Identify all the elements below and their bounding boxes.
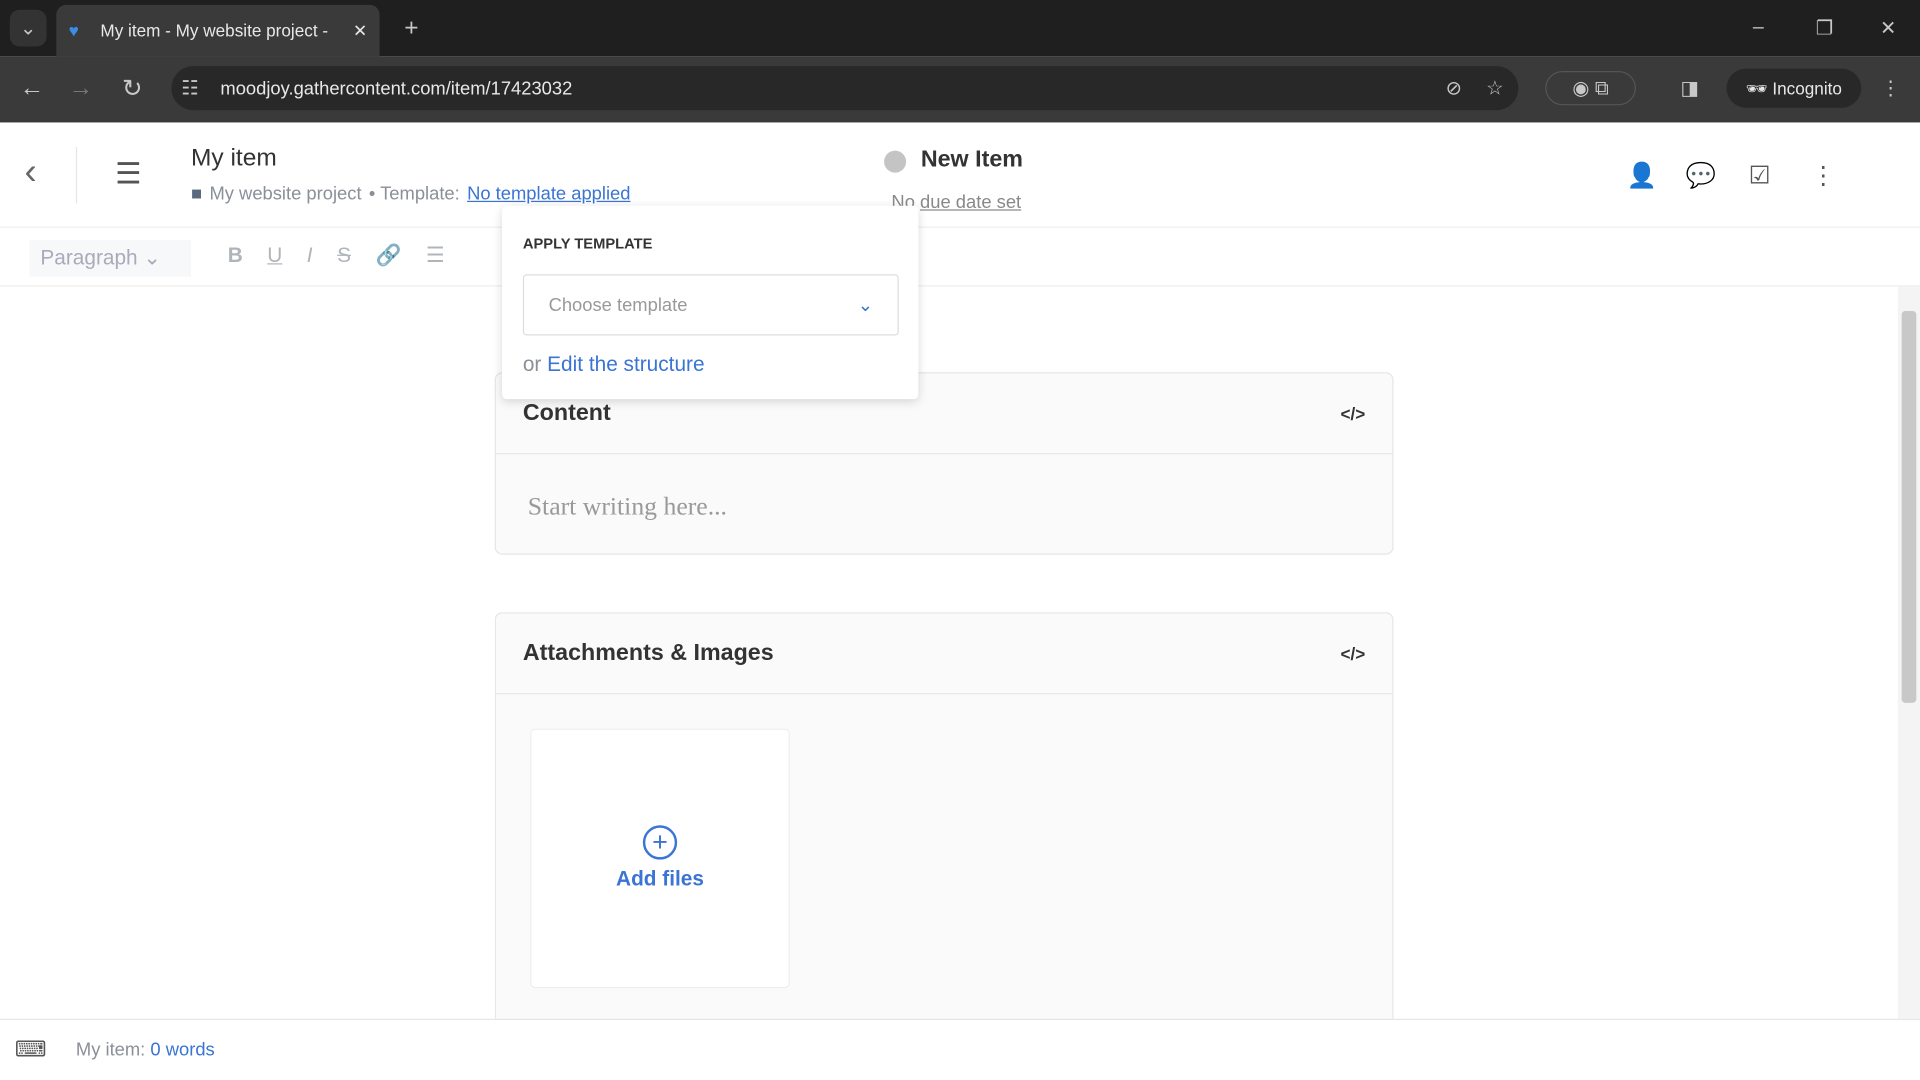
incognito-label: Incognito [1772, 78, 1842, 98]
code-icon[interactable]: </> [1341, 643, 1366, 663]
status-dot [884, 150, 907, 173]
address-bar[interactable]: ☷ moodjoy.gathercontent.com/item/1742303… [171, 66, 1519, 111]
forward-icon[interactable]: → [64, 71, 98, 105]
site-settings-icon[interactable]: ☷ [181, 76, 199, 100]
select-placeholder: Choose template [548, 294, 688, 316]
paragraph-label: Paragraph [40, 246, 138, 270]
template-label: • Template: [368, 183, 460, 205]
incognito-badge[interactable]: 🕶 Incognito [1726, 68, 1862, 108]
scrollbar[interactable] [1897, 286, 1920, 1019]
restore-button[interactable]: ❐ [1807, 10, 1841, 47]
choose-template-select[interactable]: Choose template ⌄ [522, 274, 899, 336]
format-buttons: B U I S 🔗 ☰ [228, 244, 445, 268]
popup-heading: APPLY TEMPLATE [522, 235, 653, 253]
template-link[interactable]: No template applied [467, 184, 630, 205]
link-icon[interactable]: 🔗 [375, 244, 401, 268]
close-tab-icon[interactable]: ✕ [353, 20, 367, 41]
comments-icon[interactable]: 💬 [1685, 159, 1717, 191]
chevron-down-icon: ⌄ [857, 295, 874, 316]
close-window-button[interactable]: ✕ [1871, 10, 1905, 47]
code-icon[interactable]: </> [1341, 403, 1366, 423]
extensions-icon[interactable]: ◉ ⧉ [1545, 71, 1636, 106]
word-count-label: My item: [75, 1039, 146, 1061]
due-date-link[interactable]: due date set [920, 192, 1021, 213]
item-title[interactable]: My item [191, 144, 277, 172]
content-section: Content </> Start writing here... [494, 372, 1394, 555]
attachments-title: Attachments & Images [522, 639, 774, 666]
strikethrough-icon[interactable]: S [337, 244, 351, 268]
bookmark-star-icon[interactable]: ☆ [1486, 76, 1504, 100]
url-text: moodjoy.gathercontent.com/item/17423032 [220, 77, 573, 99]
list-icon[interactable]: ☰ [426, 244, 445, 268]
status-bar: ⌨ My item: 0 words [0, 1018, 1920, 1080]
browser-tab[interactable]: ♥ My item - My website project - ✕ [56, 4, 380, 57]
add-files-button[interactable]: + Add files [530, 728, 790, 989]
content-editor[interactable]: Start writing here... [496, 454, 1392, 558]
or-text: or [522, 352, 542, 376]
side-panel-icon[interactable]: ◨ [1673, 71, 1707, 105]
gathercontent-logo-icon: ♥ [68, 20, 79, 41]
scrollbar-thumb[interactable] [1901, 311, 1917, 703]
plus-circle-icon: + [642, 825, 678, 860]
underline-icon[interactable]: U [267, 244, 282, 268]
browser-menu-icon[interactable]: ⋮ [1876, 71, 1905, 105]
edit-structure-link[interactable]: Edit the structure [547, 353, 704, 376]
project-link[interactable]: My website project [209, 184, 361, 205]
minimize-button[interactable]: – [1741, 10, 1775, 47]
eye-off-icon[interactable]: ⊘ [1446, 76, 1462, 100]
bold-icon[interactable]: B [228, 244, 243, 268]
divider [75, 146, 78, 204]
new-tab-button[interactable]: + [394, 10, 428, 47]
tab-search-button[interactable]: ⌄ [9, 9, 47, 47]
add-files-label: Add files [616, 866, 704, 891]
reload-icon[interactable]: ↻ [115, 71, 149, 105]
back-chevron-icon[interactable]: ‹ [24, 152, 36, 194]
folder-icon: ■ [191, 183, 203, 205]
user-icon[interactable]: 👤 [1626, 159, 1658, 191]
incognito-icon: 🕶 [1745, 77, 1773, 98]
apply-template-popup: APPLY TEMPLATE Choose template ⌄ or Edit … [502, 205, 919, 400]
status-label[interactable]: New Item [921, 147, 1023, 174]
tab-title: My item - My website project - [100, 20, 329, 41]
back-icon[interactable]: ← [15, 71, 49, 105]
italic-icon[interactable]: I [307, 244, 313, 268]
browser-tab-bar: ⌄ ♥ My item - My website project - ✕ + –… [0, 0, 1920, 57]
attachments-section: Attachments & Images </> + Add files [494, 612, 1394, 1029]
paragraph-select[interactable]: Paragraph ⌄ [29, 240, 192, 277]
keyboard-icon[interactable]: ⌨ [15, 1037, 47, 1063]
menu-icon[interactable]: ☰ [115, 157, 141, 193]
word-count: 0 words [150, 1039, 215, 1061]
more-options-icon[interactable]: ⋮ [1807, 159, 1839, 191]
content-title: Content [522, 399, 611, 426]
breadcrumb: ■ My website project • Template: No temp… [191, 184, 630, 205]
tasks-icon[interactable]: ☑ [1744, 159, 1776, 191]
